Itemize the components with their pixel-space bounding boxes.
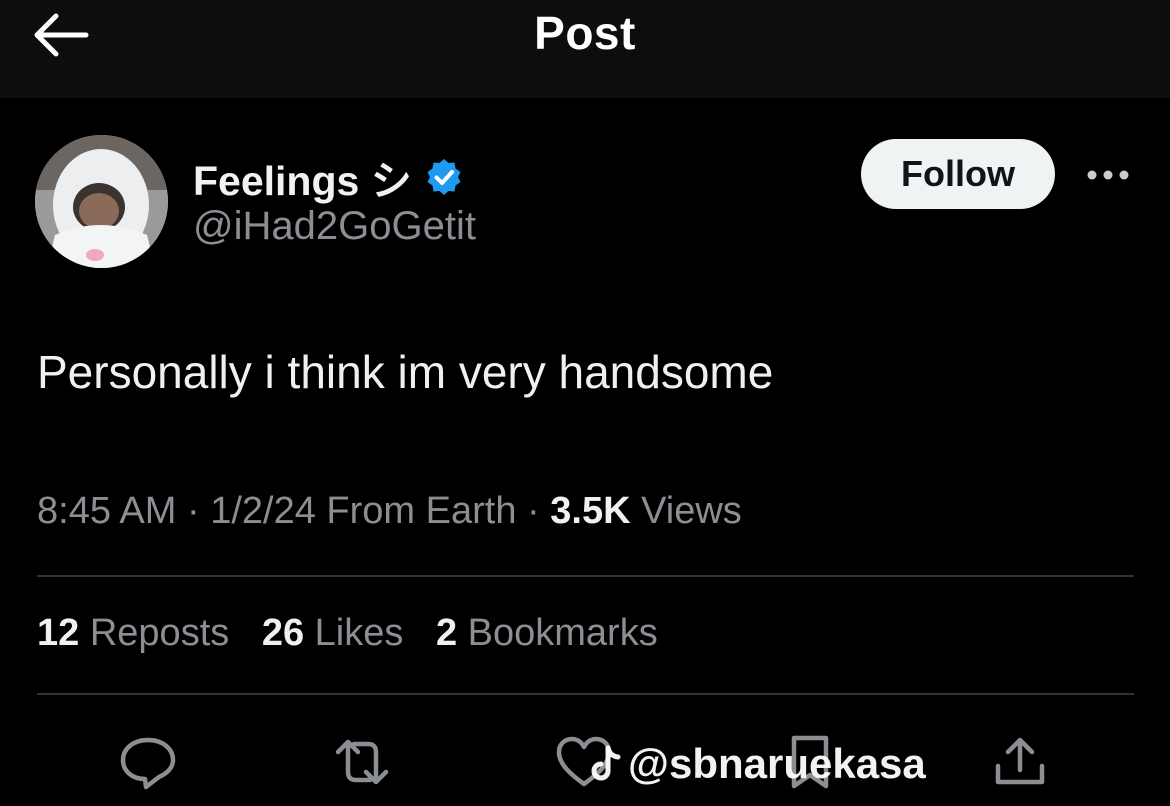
post-date[interactable]: 1/2/24 <box>210 490 316 532</box>
views-label: Views <box>641 490 742 532</box>
avatar[interactable] <box>35 135 168 268</box>
reposts-label: Reposts <box>89 612 230 654</box>
divider <box>37 693 1134 695</box>
post-meta: 8:45 AM · 1/2/24 From Earth · 3.5K Views <box>37 490 742 533</box>
share-button[interactable] <box>988 730 1052 794</box>
meta-separator: · <box>527 490 540 532</box>
divider <box>37 575 1134 577</box>
verified-badge-icon <box>427 159 461 195</box>
post-stats: 12 Reposts 26 Likes 2 Bookmarks <box>37 612 680 655</box>
watermark-text: @sbnaruekasa <box>628 740 926 787</box>
display-name-text: Feelings シ <box>193 158 412 204</box>
tiktok-icon <box>591 745 621 781</box>
repost-icon <box>335 739 389 785</box>
post-source: From Earth <box>326 490 517 532</box>
display-name[interactable]: Feelings シ <box>193 147 464 207</box>
post-text: Personally i think im very handsome <box>37 346 774 398</box>
reply-button[interactable] <box>116 730 180 794</box>
bookmarks-label: Bookmarks <box>467 612 658 654</box>
post-page: Post Feelings シ @iHad2GoGetit Follow Per… <box>0 0 1170 806</box>
follow-button[interactable]: Follow <box>861 139 1055 209</box>
repost-button[interactable] <box>330 730 394 794</box>
more-horizontal-icon[interactable] <box>1083 158 1133 192</box>
page-title: Post <box>534 7 636 59</box>
reply-icon <box>120 737 176 790</box>
likes-count: 26 <box>261 612 305 654</box>
likes-label: Likes <box>314 612 404 654</box>
reposts-count: 12 <box>37 612 80 654</box>
views-count: 3.5K <box>550 490 631 532</box>
bookmarks-count: 2 <box>435 612 458 654</box>
bookmarks-stat[interactable]: 2 Bookmarks <box>436 612 658 655</box>
user-handle[interactable]: @iHad2GoGetit <box>193 204 476 249</box>
post-time[interactable]: 8:45 AM <box>37 490 176 532</box>
tiktok-watermark: @sbnaruekasa <box>588 740 926 788</box>
top-bar: Post <box>0 0 1170 98</box>
meta-separator: · <box>186 490 200 532</box>
share-icon <box>995 737 1045 785</box>
likes-stat[interactable]: 26 Likes <box>262 612 404 655</box>
reposts-stat[interactable]: 12 Reposts <box>37 612 229 655</box>
